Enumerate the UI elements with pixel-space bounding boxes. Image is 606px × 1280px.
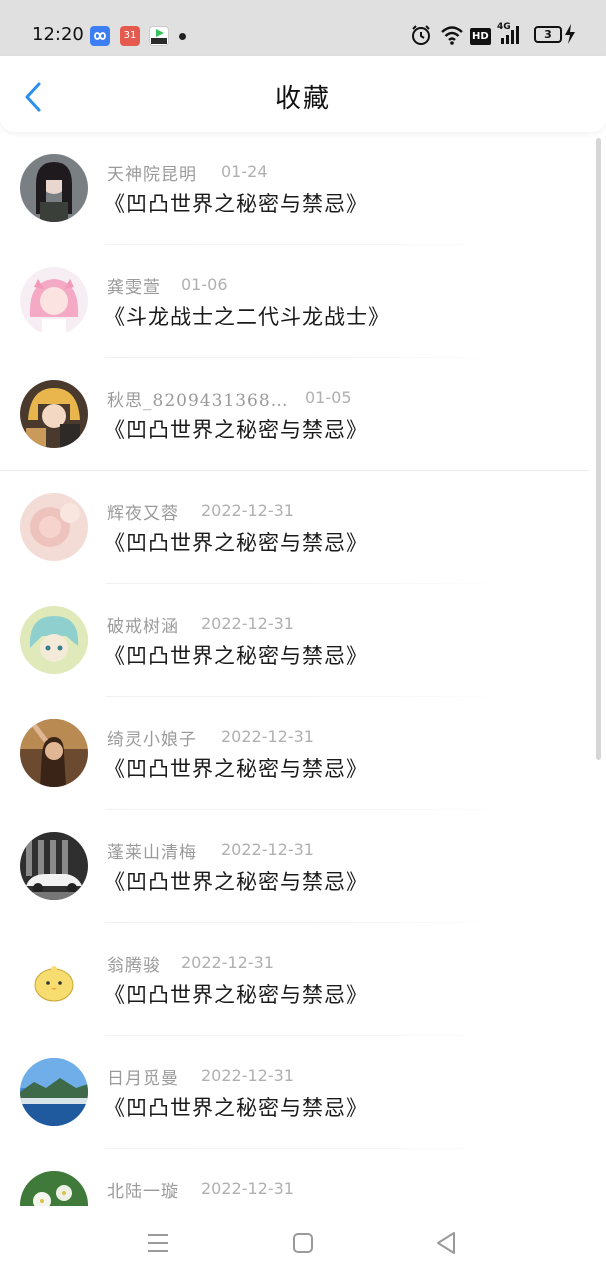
item-date: 2022-12-31 — [221, 840, 314, 859]
list-item[interactable]: 秋思_8209431368… 01-05 《凹凸世界之秘密与禁忌》 — [0, 358, 590, 471]
item-title[interactable]: 《凹凸世界之秘密与禁忌》 — [104, 753, 368, 783]
scrollbar[interactable] — [596, 138, 601, 760]
avatar[interactable] — [20, 380, 88, 448]
header: 收藏 — [0, 56, 606, 132]
menu-icon[interactable] — [146, 1232, 170, 1258]
calendar-badge: 31 — [123, 30, 137, 41]
list-item[interactable]: 辉夜又蓉 2022-12-31 《凹凸世界之秘密与禁忌》 — [0, 471, 590, 584]
item-name: 北陆一璇 — [107, 1182, 179, 1202]
status-time: 12:20 — [32, 24, 84, 45]
item-date: 2022-12-31 — [201, 1179, 294, 1198]
video-app-icon — [149, 26, 169, 46]
page-title: 收藏 — [274, 84, 331, 114]
item-name: 辉夜又蓉 — [107, 504, 179, 524]
item-title[interactable]: 《斗龙战士之二代斗龙战士》 — [104, 301, 390, 331]
avatar[interactable] — [20, 719, 88, 787]
list-item[interactable]: 天神院昆明 01-24 《凹凸世界之秘密与禁忌》 — [0, 132, 590, 245]
item-title[interactable]: 《凹凸世界之秘密与禁忌》 — [104, 866, 368, 896]
item-name: 龚雯萱 — [107, 278, 161, 298]
wifi-icon — [440, 24, 464, 50]
item-date: 2022-12-31 — [181, 953, 274, 972]
list-item[interactable]: 日月觅曼 2022-12-31 《凹凸世界之秘密与禁忌》 — [0, 1036, 590, 1149]
item-title[interactable]: 《凹凸世界之秘密与禁忌》 — [104, 414, 368, 444]
item-name: 翁腾骏 — [107, 956, 161, 976]
back-triangle-icon[interactable] — [434, 1230, 458, 1260]
item-name: 破戒树涵 — [107, 617, 179, 637]
item-name: 秋思_8209431368… — [107, 391, 289, 411]
item-date: 01-05 — [305, 388, 352, 407]
status-bar: 12:20 31 HD 4G 3 — [0, 0, 606, 56]
item-date: 2022-12-31 — [201, 501, 294, 520]
item-name: 日月觅曼 — [107, 1069, 179, 1089]
item-date: 2022-12-31 — [221, 727, 314, 746]
list-item[interactable]: 龚雯萱 01-06 《斗龙战士之二代斗龙战士》 — [0, 245, 590, 358]
item-title[interactable]: 《凹凸世界之秘密与禁忌》 — [104, 188, 368, 218]
list-item[interactable]: 破戒树涵 2022-12-31 《凹凸世界之秘密与禁忌》 — [0, 584, 590, 697]
item-title[interactable]: 《凹凸世界之秘密与禁忌》 — [104, 527, 368, 557]
system-nav-bar — [0, 1206, 606, 1280]
avatar[interactable] — [20, 1058, 88, 1126]
alarm-icon — [410, 24, 432, 50]
infinity-app-icon — [90, 26, 110, 46]
calendar-app-icon: 31 — [120, 26, 140, 46]
list-item[interactable]: 翁腾骏 2022-12-31 《凹凸世界之秘密与禁忌》 — [0, 923, 590, 1036]
item-name: 天神院昆明 — [107, 165, 197, 185]
avatar[interactable] — [20, 154, 88, 222]
item-name: 绮灵小娘子 — [107, 730, 197, 750]
item-name: 蓬莱山清梅 — [107, 843, 197, 863]
avatar[interactable] — [20, 945, 88, 1013]
hd-icon: HD — [470, 24, 491, 45]
list-item[interactable]: 蓬莱山清梅 2022-12-31 《凹凸世界之秘密与禁忌》 — [0, 810, 590, 923]
home-square-icon[interactable] — [292, 1232, 314, 1258]
item-date: 2022-12-31 — [201, 1066, 294, 1085]
favorites-list[interactable]: 天神院昆明 01-24 《凹凸世界之秘密与禁忌》 龚雯萱 01-06 《斗龙战士… — [0, 132, 606, 1206]
item-title[interactable]: 《凹凸世界之秘密与禁忌》 — [104, 979, 368, 1009]
battery-level: 3 — [544, 28, 552, 41]
item-date: 01-06 — [181, 275, 228, 294]
item-date: 01-24 — [221, 162, 268, 181]
avatar[interactable] — [20, 493, 88, 561]
item-title[interactable]: 《凹凸世界之秘密与禁忌》 — [104, 640, 368, 670]
item-title[interactable]: 《凹凸世界之秘密与禁忌》 — [104, 1092, 368, 1122]
list-item[interactable]: 绮灵小娘子 2022-12-31 《凹凸世界之秘密与禁忌》 — [0, 697, 590, 810]
item-date: 2022-12-31 — [201, 614, 294, 633]
avatar[interactable] — [20, 1171, 88, 1206]
avatar[interactable] — [20, 832, 88, 900]
hd-label: HD — [470, 28, 491, 45]
list-item[interactable]: 北陆一璇 2022-12-31 — [0, 1149, 590, 1206]
more-notifications-dot — [179, 33, 186, 40]
avatar[interactable] — [20, 267, 88, 335]
avatar[interactable] — [20, 606, 88, 674]
